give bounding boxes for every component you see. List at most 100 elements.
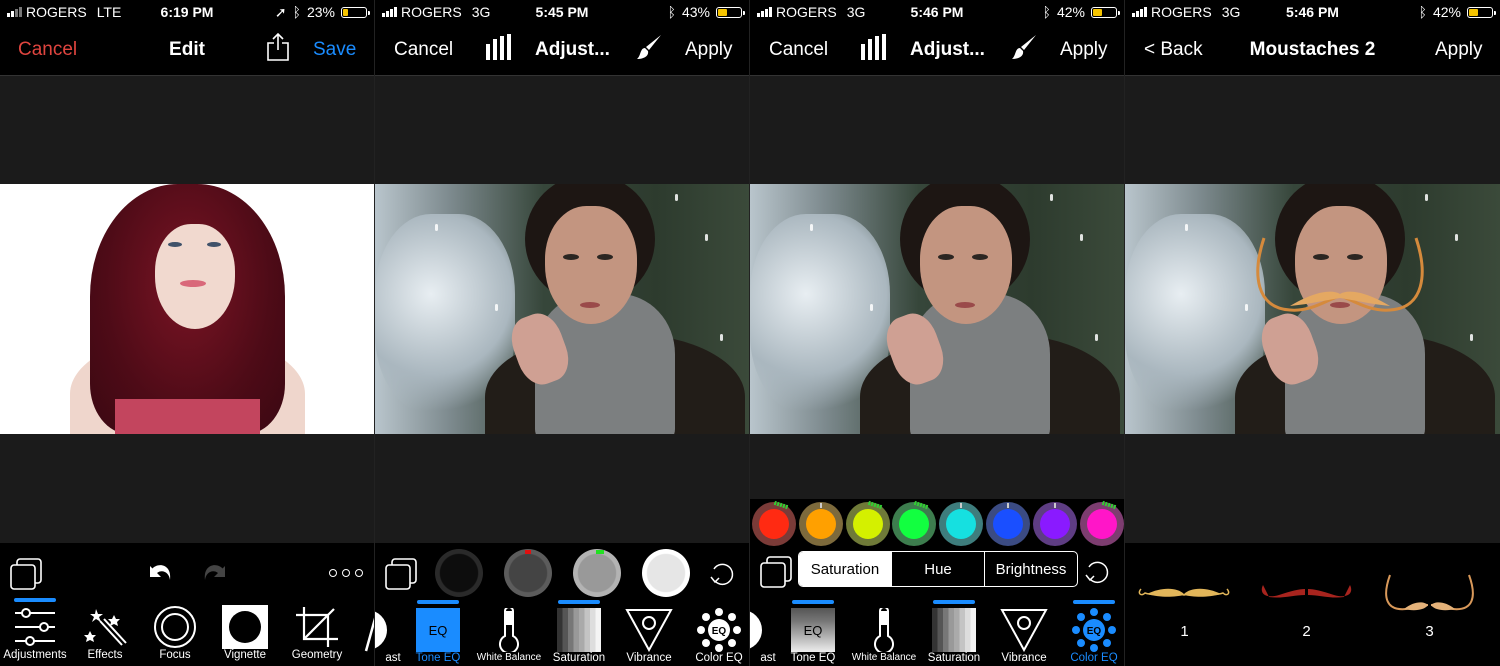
apply-button[interactable]: Apply: [1435, 39, 1483, 61]
tool-color-eq[interactable]: EQ Color EQ: [689, 608, 749, 664]
vibrance-icon: [1000, 609, 1048, 652]
layers-icon[interactable]: [384, 557, 418, 591]
tool-effects[interactable]: Effects: [75, 605, 135, 661]
bluetooth-icon: ᛒ: [292, 4, 301, 20]
tool-label: Saturation: [927, 652, 981, 664]
tool-tone-eq[interactable]: EQ Tone EQ: [408, 608, 468, 664]
more-icon[interactable]: [329, 569, 363, 577]
color-dial-green[interactable]: [892, 500, 937, 546]
moustache-label: 3: [1425, 623, 1434, 640]
carrier: ROGERS: [776, 4, 837, 20]
apply-button[interactable]: Apply: [1060, 39, 1108, 61]
moustache-option-2[interactable]: 2: [1259, 583, 1354, 640]
highlights-dial[interactable]: [642, 549, 690, 597]
tool-label: Effects: [87, 649, 123, 661]
reset-icon[interactable]: [1084, 559, 1110, 585]
battery-icon: [341, 6, 370, 18]
moustache-1-icon: [1138, 588, 1230, 597]
nav-bar: Cancel Adjust... Apply: [750, 24, 1124, 75]
share-icon[interactable]: [266, 32, 290, 68]
redo-icon[interactable]: [199, 560, 227, 584]
tool-label: ast: [760, 652, 776, 664]
color-eq-icon: EQ: [1072, 608, 1116, 652]
panel-moustaches: ROGERS 3G 5:46 PM ᛒ 42% < Back Moustache…: [1125, 0, 1500, 666]
saturation-indicator: [933, 600, 975, 604]
page-title: Adjust...: [910, 38, 985, 60]
status-time: 5:46 PM: [910, 4, 964, 20]
brush-icon[interactable]: [1012, 34, 1038, 66]
moustache-3-icon: [1385, 574, 1474, 611]
color-dial-magenta[interactable]: [1079, 500, 1124, 546]
segment-saturation[interactable]: Saturation: [799, 552, 892, 586]
battery-fill: [718, 8, 728, 16]
tool-contrast[interactable]: ast: [375, 608, 401, 664]
tool-label: Adjustments: [3, 649, 67, 661]
tool-vignette[interactable]: Vignette: [215, 605, 275, 661]
network-type: 3G: [471, 4, 491, 20]
tool-contrast[interactable]: ast: [750, 608, 776, 664]
apply-button[interactable]: Apply: [685, 39, 733, 61]
moustache-label: 1: [1180, 623, 1189, 640]
segment-hue[interactable]: Hue: [892, 552, 985, 586]
reset-icon[interactable]: [709, 561, 735, 587]
channel-segmented-control: Saturation Hue Brightness: [798, 551, 1078, 587]
carrier: ROGERS: [26, 4, 87, 20]
battery-percent: 23%: [306, 4, 335, 20]
tool-focus[interactable]: Focus: [145, 605, 205, 661]
thermometer-icon: [874, 608, 894, 652]
adjustment-arc: [1101, 500, 1116, 510]
location-arrow-icon: ➚: [274, 3, 287, 20]
tool-white-balance[interactable]: White Balance: [846, 608, 922, 663]
photo-preview: [1125, 184, 1500, 434]
moustache-option-1[interactable]: 1: [1137, 583, 1232, 640]
tool-saturation[interactable]: Saturation: [924, 608, 984, 664]
save-button[interactable]: Save: [313, 39, 356, 61]
darks-dial[interactable]: [504, 549, 552, 597]
cancel-button[interactable]: Cancel: [18, 39, 77, 61]
moustache-overlay[interactable]: [1250, 234, 1430, 324]
layers-icon[interactable]: [9, 557, 43, 591]
tool-color-eq[interactable]: EQ Color EQ: [1064, 608, 1124, 664]
color-dial-blue[interactable]: [986, 502, 1030, 546]
brush-icon[interactable]: [637, 34, 663, 66]
color-dial-yellow[interactable]: [845, 500, 890, 546]
cancel-button[interactable]: Cancel: [769, 39, 828, 61]
tone-eq-icon: EQ: [416, 608, 460, 652]
tool-tone-eq[interactable]: EQ Tone EQ: [783, 608, 843, 664]
battery-icon: [1467, 6, 1496, 18]
cancel-button[interactable]: Cancel: [394, 39, 453, 61]
segment-brightness[interactable]: Brightness: [985, 552, 1077, 586]
signal-icon: [7, 7, 22, 17]
shadows-dial[interactable]: [435, 549, 483, 597]
color-dial-red[interactable]: [752, 500, 796, 546]
tone-eq-indicator: [792, 600, 834, 604]
color-dial-purple[interactable]: [1032, 502, 1077, 546]
color-dial-orange[interactable]: [798, 502, 843, 546]
saturation-indicator: [558, 600, 600, 604]
vibrance-icon: [625, 609, 673, 652]
undo-icon[interactable]: [148, 560, 176, 584]
histogram-icon[interactable]: [486, 33, 512, 66]
contrast-icon: [375, 611, 387, 649]
layers-icon[interactable]: [759, 555, 793, 589]
center-tick: [960, 503, 963, 508]
tool-vibrance[interactable]: Vibrance: [994, 608, 1054, 664]
tool-saturation[interactable]: Saturation: [549, 608, 609, 664]
tool-adjustments[interactable]: Adjustments: [2, 605, 68, 661]
status-bar: ROGERS 3G 5:46 PM ᛒ 42%: [1125, 0, 1500, 24]
histogram-icon[interactable]: [861, 33, 887, 66]
center-tick: [819, 503, 822, 508]
svg-text:EQ: EQ: [712, 626, 727, 637]
color-dial-aqua[interactable]: [939, 502, 984, 546]
selected-indicator: [1073, 600, 1115, 604]
page-title: Moustaches 2: [1249, 38, 1376, 60]
photo-preview: [750, 184, 1124, 434]
tool-vibrance[interactable]: Vibrance: [619, 608, 679, 664]
status-bar: ROGERS 3G 5:45 PM ᛒ 43%: [375, 0, 749, 24]
tool-white-balance[interactable]: White Balance: [471, 608, 547, 663]
tool-geometry[interactable]: Geometry: [285, 605, 349, 661]
lights-dial[interactable]: [573, 549, 621, 597]
panel-color-eq: ROGERS 3G 5:46 PM ᛒ 42% Cancel Adjust...…: [750, 0, 1125, 666]
back-button[interactable]: < Back: [1144, 39, 1203, 61]
moustache-option-3[interactable]: 3: [1382, 573, 1477, 640]
